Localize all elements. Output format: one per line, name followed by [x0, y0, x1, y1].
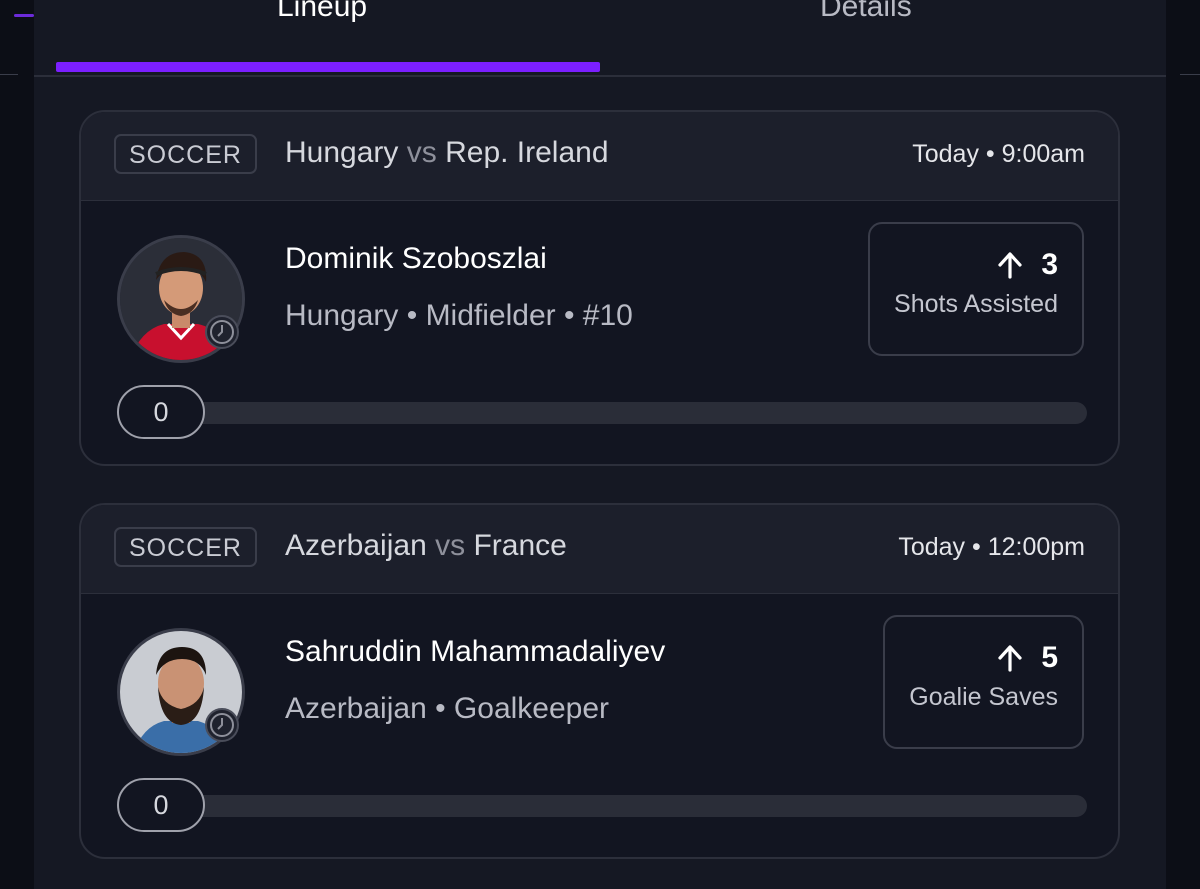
- clock-icon: [205, 315, 239, 349]
- stat-projection-box[interactable]: 3 Shots Assisted: [868, 222, 1084, 356]
- tab-lineup[interactable]: Lineup: [277, 0, 367, 24]
- away-team: France: [473, 529, 567, 562]
- vs-label: vs: [406, 136, 437, 169]
- stat-value-row: 5: [909, 641, 1058, 675]
- progress-track: [161, 402, 1087, 424]
- progress-track: [161, 795, 1087, 817]
- right-divider: [1180, 74, 1200, 75]
- player-name: Dominik Szoboszlai: [285, 242, 547, 275]
- tab-bar: Lineup Details: [34, 0, 1166, 77]
- left-backdrop: [0, 0, 34, 889]
- away-team: Rep. Ireland: [445, 136, 609, 169]
- card-header: SOCCER Hungary vs Rep. Ireland Today • 9…: [81, 112, 1118, 201]
- player-meta: Hungary • Midfielder • #10: [285, 299, 633, 332]
- sport-badge: SOCCER: [114, 134, 257, 174]
- arrow-up-icon: [995, 250, 1025, 280]
- pick-card[interactable]: SOCCER Azerbaijan vs France Today • 12:0…: [79, 503, 1120, 859]
- right-backdrop: [1166, 0, 1200, 889]
- player-name: Sahruddin Mahammadaliyev: [285, 635, 666, 668]
- card-header: SOCCER Azerbaijan vs France Today • 12:0…: [81, 505, 1118, 594]
- clock-icon: [205, 708, 239, 742]
- game-time: Today • 9:00am: [912, 140, 1085, 168]
- active-tab-indicator: [56, 62, 600, 72]
- progress-value: 0: [117, 385, 205, 439]
- arrow-up-icon: [995, 643, 1025, 673]
- left-tab-indicator: [14, 14, 34, 17]
- pick-card[interactable]: SOCCER Hungary vs Rep. Ireland Today • 9…: [79, 110, 1120, 466]
- matchup: Azerbaijan vs France: [285, 529, 567, 563]
- game-time: Today • 12:00pm: [898, 533, 1085, 561]
- stat-label: Goalie Saves: [909, 683, 1058, 711]
- vs-label: vs: [435, 529, 466, 562]
- sport-badge: SOCCER: [114, 527, 257, 567]
- stat-value: 3: [1041, 248, 1058, 281]
- stat-label: Shots Assisted: [894, 290, 1058, 318]
- player-meta: Azerbaijan • Goalkeeper: [285, 692, 610, 725]
- left-divider: [0, 74, 18, 75]
- stat-projection-box[interactable]: 5 Goalie Saves: [883, 615, 1084, 749]
- home-team: Hungary: [285, 136, 399, 169]
- stat-value: 5: [1041, 641, 1058, 674]
- matchup: Hungary vs Rep. Ireland: [285, 136, 609, 170]
- progress-value: 0: [117, 778, 205, 832]
- home-team: Azerbaijan: [285, 529, 427, 562]
- tab-details[interactable]: Details: [820, 0, 912, 24]
- stat-value-row: 3: [894, 248, 1058, 282]
